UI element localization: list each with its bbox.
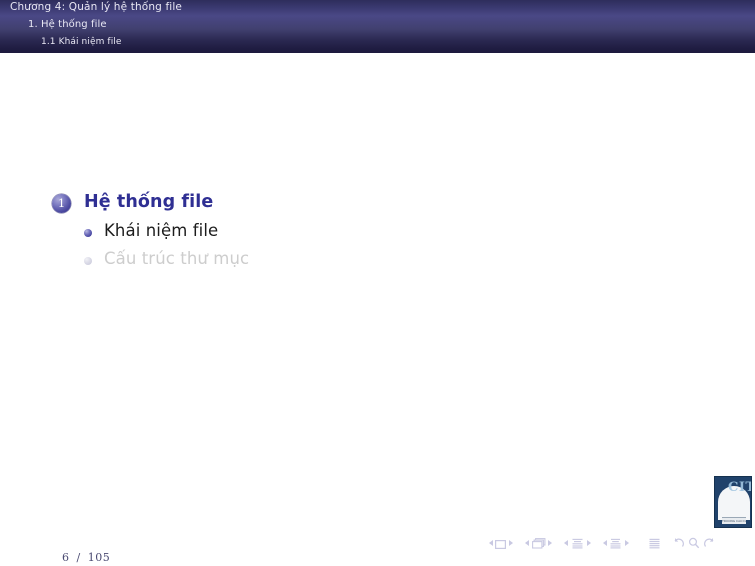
toc-section-item[interactable]: 1 Hệ thống file — [52, 191, 672, 220]
breadcrumb-subsection[interactable]: 1.1 Khái niệm file — [41, 37, 122, 47]
section-icon[interactable] — [609, 534, 622, 553]
page-total: 105 — [87, 551, 111, 564]
presentation-title: Chương 4: Quản lý hệ thống file — [10, 1, 183, 13]
nav-group-subsection — [562, 534, 593, 553]
back-icon[interactable] — [672, 534, 685, 553]
beamer-navigation-symbols — [486, 533, 748, 553]
nav-group-section — [600, 534, 631, 553]
frame-icon[interactable] — [531, 534, 546, 553]
table-of-contents: 1 Hệ thống file Khái niệm file Cấu trúc … — [52, 191, 672, 276]
page-separator: / — [76, 551, 81, 564]
next-subsection-icon[interactable] — [586, 540, 591, 546]
find-icon[interactable] — [688, 534, 700, 553]
forward-icon[interactable] — [703, 534, 716, 553]
nav-group-presentation — [648, 534, 661, 553]
next-slide-icon[interactable] — [508, 540, 513, 546]
slide-icon[interactable] — [495, 534, 507, 553]
prev-section-icon[interactable] — [602, 540, 607, 546]
toc-subsection-label: Cấu trúc thư mục — [104, 249, 250, 268]
subsection-icon[interactable] — [571, 534, 584, 553]
toc-subsection-item-khai-niem-file[interactable]: Khái niệm file — [84, 220, 672, 248]
nav-group-extras — [671, 534, 718, 553]
prev-slide-icon[interactable] — [488, 540, 493, 546]
nav-group-frame — [522, 534, 554, 553]
prev-frame-icon[interactable] — [524, 540, 529, 546]
nav-group-slide — [486, 534, 515, 553]
prev-subsection-icon[interactable] — [564, 540, 569, 546]
bullet-icon — [84, 257, 92, 265]
logo-letters: CIT — [728, 480, 751, 495]
page-current: 6 — [62, 551, 70, 564]
beamer-headline-bar: Chương 4: Quản lý hệ thống file 1. Hệ th… — [0, 0, 755, 53]
logo-banner-text: TRUONG CAO DANG — [722, 519, 746, 523]
toc-subsection-item-cau-truc-thu-muc[interactable]: Cấu trúc thư mục — [84, 248, 672, 276]
toc-section-label: Hệ thống file — [84, 192, 214, 212]
toc-subsection-label: Khái niệm file — [104, 221, 219, 240]
next-frame-icon[interactable] — [548, 540, 553, 546]
page-number: 6 / 105 — [62, 551, 110, 564]
logo-banner: TRUONG CAO DANG — [722, 517, 746, 524]
slide-body: 1 Hệ thống file Khái niệm file Cấu trúc … — [0, 53, 755, 566]
presentation-icon[interactable] — [648, 534, 661, 553]
section-number-badge: 1 — [52, 194, 71, 213]
institution-logo: CIT TRUONG CAO DANG — [714, 476, 752, 528]
next-section-icon[interactable] — [624, 540, 629, 546]
breadcrumb-section[interactable]: 1. Hệ thống file — [28, 19, 107, 30]
bullet-icon — [84, 229, 92, 237]
